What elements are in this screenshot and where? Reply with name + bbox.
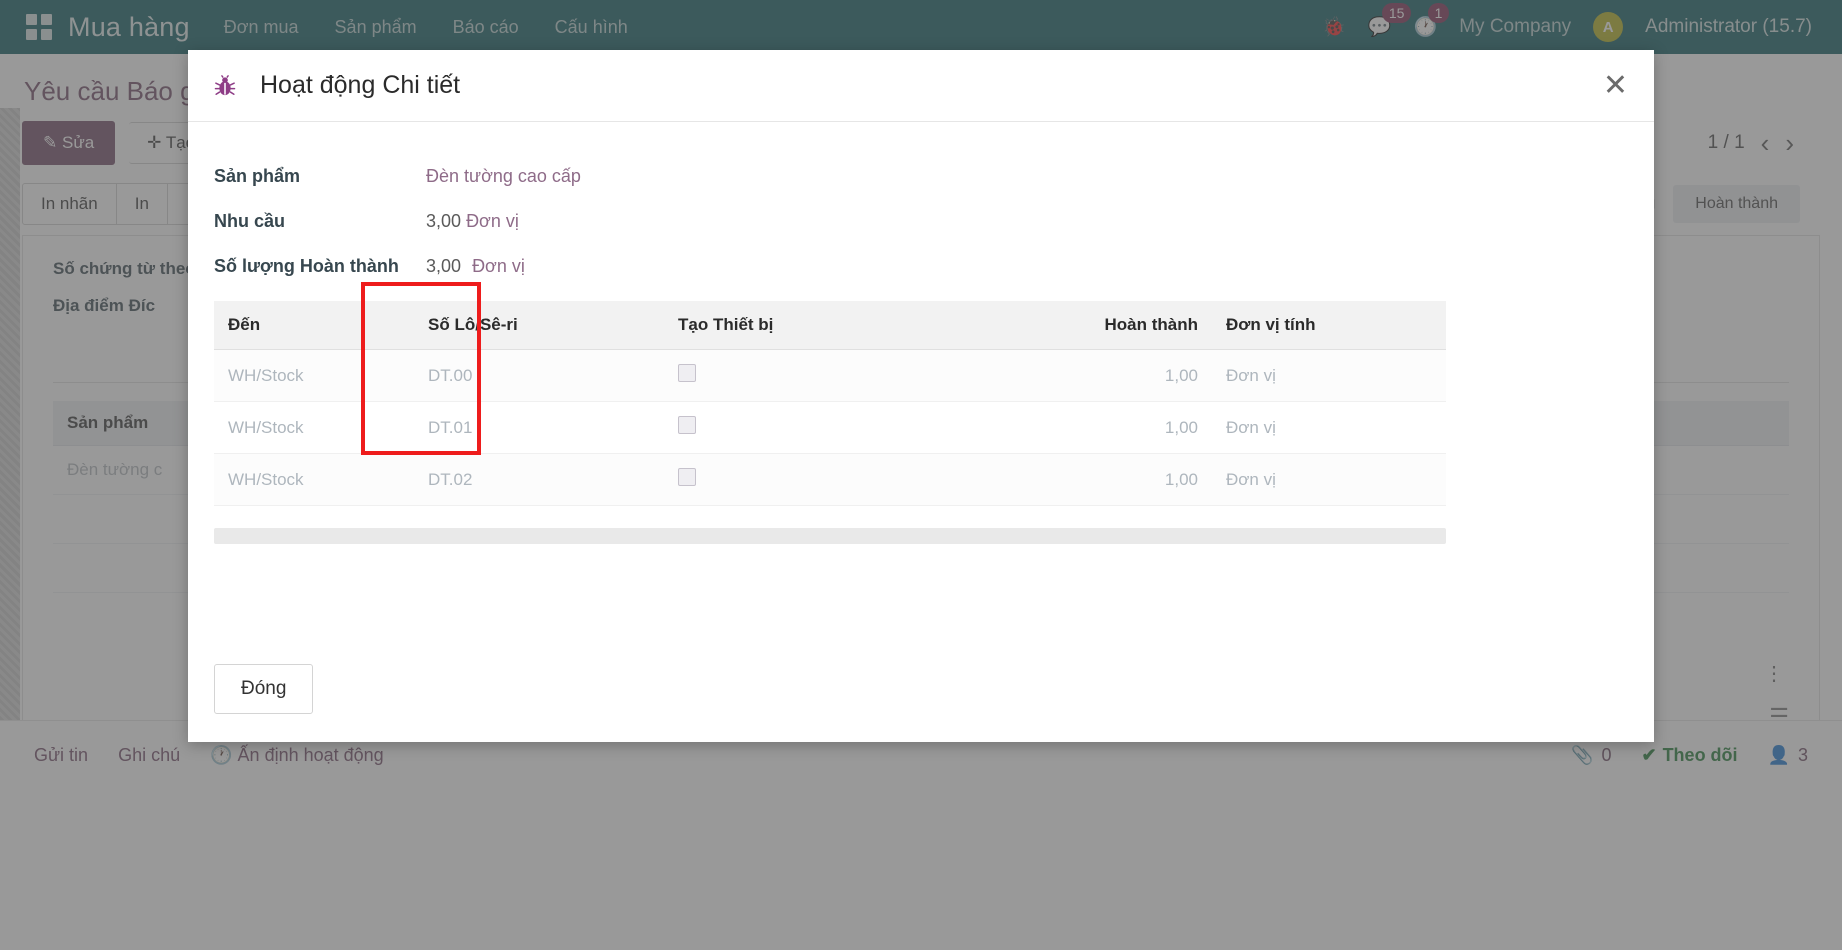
table-row[interactable]: WH/Stock DT.02 1,00 Đơn vị (214, 454, 1446, 506)
bug-icon (212, 73, 238, 99)
dialog-field-quantity-done: Số lượng Hoàn thành 3,00 Đơn vị (214, 256, 1628, 277)
column-header-uom[interactable]: Đơn vị tính (1212, 301, 1446, 350)
cell-lot-serial[interactable]: DT.02 (414, 454, 664, 506)
cell-create-device[interactable] (664, 454, 922, 506)
column-header-done[interactable]: Hoàn thành (922, 301, 1212, 350)
field-value-product[interactable]: Đèn tường cao cấp (426, 166, 581, 187)
cell-destination[interactable]: WH/Stock (214, 402, 414, 454)
close-button[interactable]: Đóng (214, 664, 313, 714)
cell-uom[interactable]: Đơn vị (1212, 350, 1446, 402)
dialog-title: Hoạt động Chi tiết (260, 71, 460, 100)
cell-uom[interactable]: Đơn vị (1212, 402, 1446, 454)
field-value-demand: 3,00 Đơn vị (426, 211, 519, 232)
column-header-destination[interactable]: Đến (214, 301, 414, 350)
cell-lot-serial[interactable]: DT.01 (414, 402, 664, 454)
demand-quantity: 3,00 (426, 211, 461, 231)
dialog-field-product: Sản phẩm Đèn tường cao cấp (214, 166, 1628, 187)
quantity-done-uom: Đơn vị (472, 256, 525, 276)
cell-create-device[interactable] (664, 402, 922, 454)
app-root: Yêu cầu Báo giá ✎ Sửa ✛ Tạo 1 / 1 ‹ › (0, 0, 1842, 950)
dialog-body: Sản phẩm Đèn tường cao cấp Nhu cầu 3,00 … (188, 122, 1654, 664)
create-device-checkbox[interactable] (678, 416, 696, 434)
move-lines-table: Đến Số Lô/Sê-ri Tạo Thiết bị Hoàn thành … (214, 301, 1446, 506)
dialog-footer: Đóng (188, 664, 1654, 742)
field-label-product: Sản phẩm (214, 166, 426, 187)
cell-uom[interactable]: Đơn vị (1212, 454, 1446, 506)
field-value-quantity-done: 3,00 Đơn vị (426, 256, 525, 277)
cell-create-device[interactable] (664, 350, 922, 402)
dialog-field-demand: Nhu cầu 3,00 Đơn vị (214, 211, 1628, 232)
activity-detail-dialog: Hoạt động Chi tiết ✕ Sản phẩm Đèn tường … (188, 50, 1654, 742)
create-device-checkbox[interactable] (678, 468, 696, 486)
cell-done[interactable]: 1,00 (922, 454, 1212, 506)
cell-done[interactable]: 1,00 (922, 402, 1212, 454)
column-header-lot-serial[interactable]: Số Lô/Sê-ri (414, 301, 664, 350)
quantity-done-value: 3,00 (426, 256, 461, 276)
column-header-create-device[interactable]: Tạo Thiết bị (664, 301, 922, 350)
close-icon[interactable]: ✕ (1603, 71, 1628, 101)
cell-destination[interactable]: WH/Stock (214, 350, 414, 402)
cell-done[interactable]: 1,00 (922, 350, 1212, 402)
horizontal-scrollbar[interactable] (214, 528, 1446, 544)
field-label-quantity-done: Số lượng Hoàn thành (214, 256, 426, 277)
demand-uom: Đơn vị (466, 211, 519, 231)
cell-lot-serial[interactable]: DT.00 (414, 350, 664, 402)
create-device-checkbox[interactable] (678, 364, 696, 382)
field-label-demand: Nhu cầu (214, 211, 426, 232)
cell-destination[interactable]: WH/Stock (214, 454, 414, 506)
dialog-header: Hoạt động Chi tiết ✕ (188, 50, 1654, 122)
table-row[interactable]: WH/Stock DT.01 1,00 Đơn vị (214, 402, 1446, 454)
move-lines-body: WH/Stock DT.00 1,00 Đơn vị WH/Stock DT.0… (214, 350, 1446, 506)
table-row[interactable]: WH/Stock DT.00 1,00 Đơn vị (214, 350, 1446, 402)
table-header-row: Đến Số Lô/Sê-ri Tạo Thiết bị Hoàn thành … (214, 301, 1446, 350)
